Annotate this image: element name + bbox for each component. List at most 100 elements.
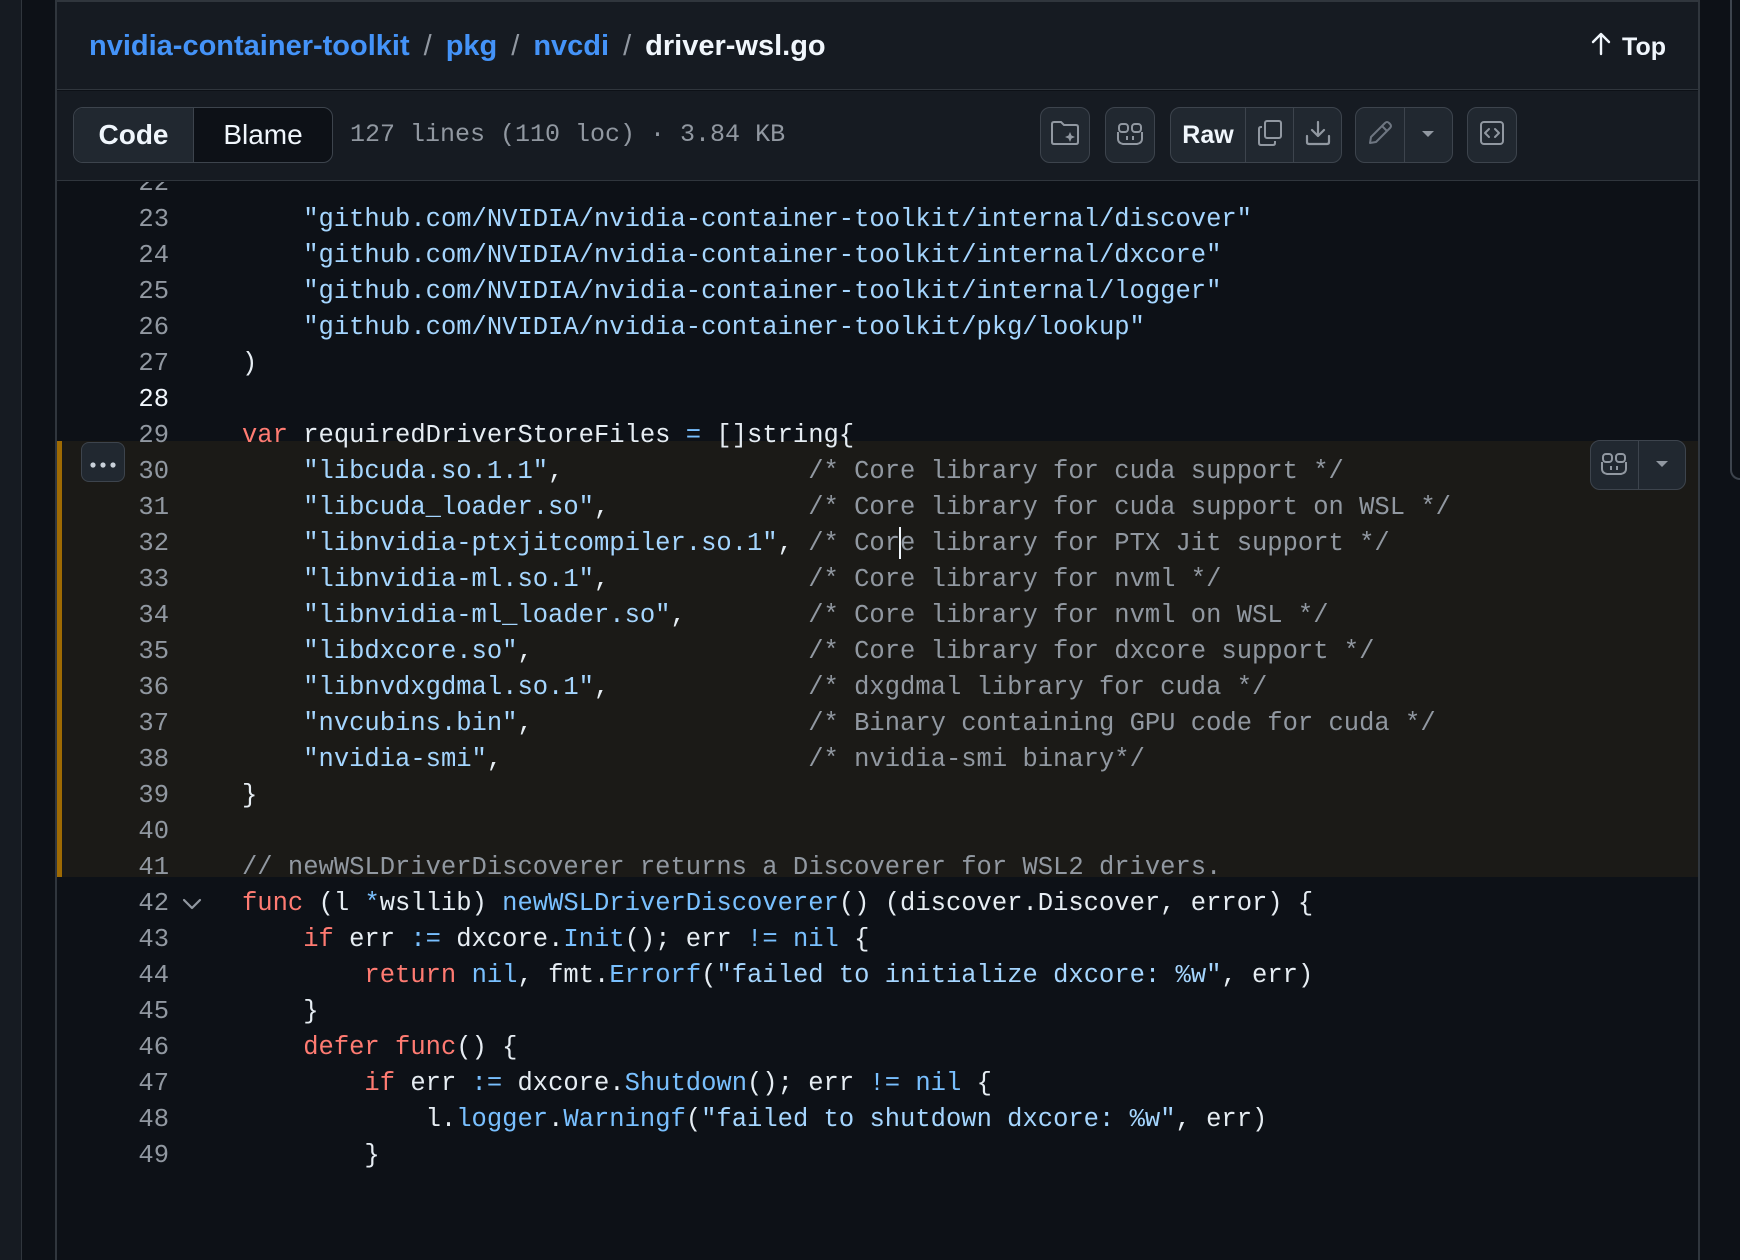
breadcrumb: nvidia-container-toolkit / pkg / nvcdi /… bbox=[89, 30, 826, 63]
line-number[interactable]: 23 bbox=[97, 200, 169, 240]
code-token: /* dxgdmal library for cuda */ bbox=[808, 673, 1268, 702]
ask-copilot-button[interactable] bbox=[1591, 441, 1638, 489]
breadcrumb-separator: / bbox=[623, 30, 632, 62]
copilot-button[interactable] bbox=[1105, 107, 1155, 163]
line-content: "nvcubins.bin", /* Binary containing GPU… bbox=[242, 704, 1436, 744]
view-mode-toggle: Code Blame bbox=[73, 107, 333, 163]
code-token: { bbox=[961, 1069, 992, 1098]
code-token: , bbox=[593, 673, 809, 702]
code-token: err bbox=[395, 1069, 472, 1098]
edit-options-dropdown[interactable] bbox=[1403, 108, 1452, 162]
code-token: , bbox=[670, 601, 809, 630]
folder-plus-icon bbox=[1050, 120, 1080, 151]
code-token: if bbox=[364, 1069, 396, 1098]
code-token: "libnvdxgdmal.so.1" bbox=[303, 673, 594, 702]
line-actions-button[interactable] bbox=[81, 442, 125, 482]
breadcrumb-repo-link[interactable]: nvidia-container-toolkit bbox=[89, 30, 410, 63]
code-line: 40 bbox=[57, 812, 1698, 852]
blame-tab[interactable]: Blame bbox=[194, 108, 332, 162]
line-content: func (l *wsllib) newWSLDriverDiscoverer(… bbox=[242, 884, 1313, 924]
chevron-down-icon[interactable] bbox=[180, 892, 204, 916]
line-number[interactable]: 49 bbox=[97, 1136, 169, 1176]
code-square-icon bbox=[1478, 119, 1506, 152]
code-line: 29 var requiredDriverStoreFiles = []strin… bbox=[57, 416, 1698, 456]
line-number[interactable]: 37 bbox=[97, 704, 169, 744]
line-number[interactable]: 42 bbox=[97, 884, 169, 924]
symbols-panel-button[interactable] bbox=[1467, 107, 1517, 163]
line-number[interactable]: 32 bbox=[97, 524, 169, 564]
line-number[interactable]: 39 bbox=[97, 776, 169, 816]
code-token: "libdxcore.so" bbox=[303, 637, 518, 666]
code-token: nil bbox=[792, 925, 839, 954]
file-viewer: nvidia-container-toolkit / pkg / nvcdi /… bbox=[55, 0, 1700, 1260]
code-line: 30 "libcuda.so.1.1", /* Core library for… bbox=[57, 452, 1698, 492]
line-content: "libnvidia-ml_loader.so", /* Core librar… bbox=[242, 596, 1328, 636]
line-number[interactable]: 38 bbox=[97, 740, 169, 780]
add-file-button[interactable] bbox=[1040, 107, 1090, 163]
line-number[interactable]: 44 bbox=[97, 956, 169, 996]
file-header: nvidia-container-toolkit / pkg / nvcdi /… bbox=[57, 0, 1698, 90]
breadcrumb-pkg-link[interactable]: pkg bbox=[446, 30, 498, 63]
breadcrumb-nvcdi-link[interactable]: nvcdi bbox=[533, 30, 609, 63]
line-content: "github.com/NVIDIA/nvidia-container-tool… bbox=[242, 236, 1221, 276]
line-number[interactable]: 48 bbox=[97, 1100, 169, 1140]
back-to-top-link[interactable]: Top bbox=[1590, 32, 1666, 63]
copilot-icon bbox=[1599, 450, 1629, 481]
download-icon bbox=[1304, 119, 1332, 152]
copilot-options-dropdown[interactable] bbox=[1637, 441, 1685, 489]
line-number[interactable]: 36 bbox=[97, 668, 169, 708]
line-content: return nil, fmt.Errorf("failed to initia… bbox=[242, 956, 1313, 996]
line-content: "github.com/NVIDIA/nvidia-container-tool… bbox=[242, 200, 1252, 240]
line-number[interactable]: 43 bbox=[97, 920, 169, 960]
code-line: 37 "nvcubins.bin", /* Binary containing … bbox=[57, 704, 1698, 744]
raw-button[interactable]: Raw bbox=[1171, 108, 1245, 162]
edit-group bbox=[1355, 107, 1453, 163]
code-token: newWSLDriverDiscoverer bbox=[502, 889, 839, 918]
line-number[interactable]: 25 bbox=[97, 272, 169, 312]
code-tab[interactable]: Code bbox=[74, 108, 194, 162]
code-token: /* Binary containing GPU code for cuda *… bbox=[808, 709, 1436, 738]
line-content: // newWSLDriverDiscoverer returns a Disc… bbox=[242, 848, 1221, 888]
code-line: 44 return nil, fmt.Errorf("failed to ini… bbox=[57, 956, 1698, 996]
code-token: []string{ bbox=[701, 421, 855, 450]
breadcrumb-separator: / bbox=[511, 30, 520, 62]
line-number[interactable]: 46 bbox=[97, 1028, 169, 1068]
line-number[interactable]: 35 bbox=[97, 632, 169, 672]
code-token: Errorf bbox=[609, 961, 702, 990]
line-number[interactable]: 47 bbox=[97, 1064, 169, 1104]
line-number[interactable]: 45 bbox=[97, 992, 169, 1032]
copy-raw-button[interactable] bbox=[1245, 108, 1293, 162]
code-token: /* Core library for dxcore support */ bbox=[808, 637, 1375, 666]
file-toolbar: Code Blame 127 lines (110 loc) · 3.84 KB… bbox=[57, 91, 1698, 181]
code-token: * bbox=[364, 889, 380, 918]
code-token: requiredDriverStoreFiles bbox=[287, 421, 686, 450]
code-token: , bbox=[517, 709, 809, 738]
line-content: var requiredDriverStoreFiles = []string{ bbox=[242, 416, 854, 456]
code-token: func bbox=[395, 1033, 457, 1062]
line-content: } bbox=[242, 992, 318, 1032]
line-number[interactable]: 33 bbox=[97, 560, 169, 600]
download-button[interactable] bbox=[1293, 108, 1341, 162]
line-number[interactable]: 31 bbox=[97, 488, 169, 528]
line-number[interactable]: 41 bbox=[97, 848, 169, 888]
line-content: if err := dxcore.Shutdown(); err != nil … bbox=[242, 1064, 992, 1104]
code-token: /* Cor bbox=[808, 529, 901, 558]
code-token: func bbox=[242, 889, 304, 918]
code-token: "github.com/NVIDIA/nvidia-container-tool… bbox=[303, 205, 1252, 234]
line-number[interactable]: 40 bbox=[97, 812, 169, 852]
line-number[interactable]: 24 bbox=[97, 236, 169, 276]
line-content: if err := dxcore.Init(); err != nil { bbox=[242, 920, 869, 960]
edit-file-button[interactable] bbox=[1356, 108, 1404, 162]
line-number[interactable]: 26 bbox=[97, 308, 169, 348]
line-number[interactable]: 27 bbox=[97, 344, 169, 384]
line-number[interactable]: 34 bbox=[97, 596, 169, 636]
code-token: var bbox=[242, 421, 288, 450]
code-token: l. bbox=[242, 1105, 457, 1134]
scrollbar[interactable] bbox=[1730, 0, 1740, 480]
line-number[interactable]: 28 bbox=[97, 380, 169, 420]
line-content: l.logger.Warningf("failed to shutdown dx… bbox=[242, 1100, 1268, 1140]
code-token: nil bbox=[471, 961, 518, 990]
